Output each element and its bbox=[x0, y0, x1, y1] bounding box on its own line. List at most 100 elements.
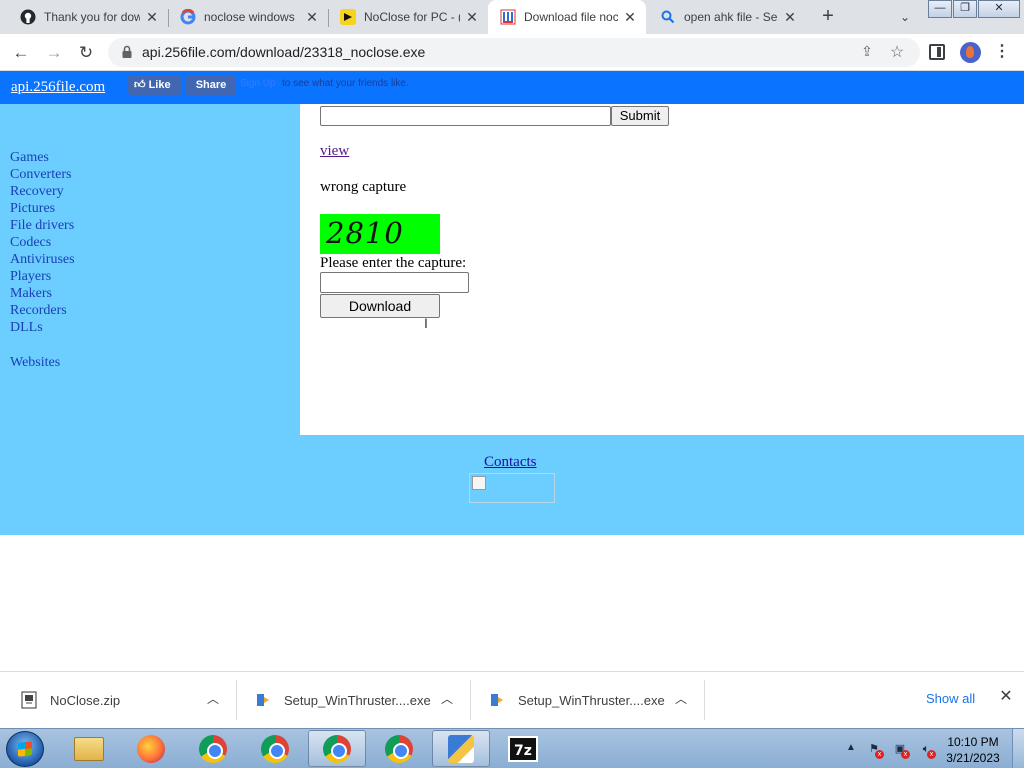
chevron-up-icon[interactable]: ︿ bbox=[673, 690, 689, 706]
taskbar-chrome-4[interactable] bbox=[370, 730, 428, 767]
network-icon[interactable]: ▣ x bbox=[892, 741, 910, 759]
category-sidebar: Games Converters Recovery Pictures File … bbox=[0, 104, 300, 435]
new-tab-icon[interactable]: + bbox=[816, 5, 840, 29]
contacts-link[interactable]: Contacts bbox=[484, 454, 537, 471]
wrong-capture-message: wrong capture bbox=[320, 179, 407, 195]
noclose-app-icon bbox=[340, 9, 356, 25]
github-icon bbox=[20, 9, 36, 25]
category-link-pictures[interactable]: Pictures bbox=[10, 201, 55, 217]
download-button[interactable]: Download bbox=[320, 294, 440, 318]
side-panel-icon[interactable] bbox=[929, 44, 945, 60]
forward-arrow-icon[interactable]: → bbox=[41, 40, 67, 66]
tab-noclose-windows[interactable]: noclose windows ✕ bbox=[168, 0, 328, 34]
show-desktop-button[interactable] bbox=[1012, 729, 1024, 768]
show-all-downloads-link[interactable]: Show all bbox=[926, 691, 975, 706]
show-hidden-icons-arrow[interactable]: ▲ bbox=[846, 742, 856, 753]
download-filename: NoClose.zip bbox=[50, 692, 121, 708]
download-item-noclose-zip[interactable]: NoClose.zip bbox=[20, 672, 120, 728]
websites-link[interactable]: Websites bbox=[10, 355, 60, 371]
tab-title: Thank you for dow bbox=[44, 10, 140, 24]
tab-noclose-for-pc[interactable]: NoClose for PC - ( ✕ bbox=[328, 0, 488, 34]
zip-file-icon bbox=[20, 691, 38, 709]
facebook-like-button[interactable]: 👍︎ Like bbox=[128, 75, 182, 95]
category-link-makers[interactable]: Makers bbox=[10, 286, 52, 302]
tab-title: NoClose for PC - ( bbox=[364, 10, 460, 24]
download-item-winthruster-2[interactable]: Setup_WinThruster....exe bbox=[488, 672, 665, 728]
installer-icon bbox=[254, 691, 272, 709]
tab-strip: Thank you for dow ✕ noclose windows ✕ No… bbox=[0, 0, 1024, 34]
taskbar-chrome-1[interactable] bbox=[184, 730, 242, 767]
taskbar-7zip[interactable]: 7z bbox=[494, 730, 552, 767]
minimize-button[interactable]: — bbox=[928, 0, 952, 18]
site-home-link[interactable]: api.256file.com bbox=[11, 79, 105, 96]
volume-muted-icon[interactable]: 🔈︎ x bbox=[918, 741, 936, 759]
facebook-signup-link[interactable]: Sign Up bbox=[240, 78, 276, 89]
chrome-icon bbox=[385, 734, 413, 763]
close-tab-icon[interactable]: ✕ bbox=[144, 9, 160, 26]
taskbar-firefox[interactable] bbox=[122, 730, 180, 767]
download-filename: Setup_WinThruster....exe bbox=[518, 692, 665, 708]
close-tab-icon[interactable]: ✕ bbox=[622, 9, 638, 26]
capture-input[interactable] bbox=[320, 272, 469, 293]
download-site-icon bbox=[500, 9, 516, 25]
close-tab-icon[interactable]: ✕ bbox=[304, 9, 320, 26]
download-item-winthruster-1[interactable]: Setup_WinThruster....exe bbox=[254, 672, 431, 728]
tab-title: Download file noc bbox=[524, 10, 618, 24]
taskbar-explorer[interactable] bbox=[60, 730, 118, 767]
url-text[interactable]: api.256file.com/download/23318_noclose.e… bbox=[142, 44, 425, 60]
facebook-share-button[interactable]: Share bbox=[186, 75, 236, 95]
close-tab-icon[interactable]: ✕ bbox=[782, 9, 798, 26]
category-link-dlls[interactable]: DLLs bbox=[10, 320, 43, 336]
search-icon bbox=[660, 9, 676, 25]
close-tab-icon[interactable]: ✕ bbox=[464, 9, 480, 26]
close-icon[interactable]: ✕ bbox=[998, 689, 1014, 705]
top-text-input[interactable] bbox=[320, 106, 611, 126]
category-link-file-drivers[interactable]: File drivers bbox=[10, 218, 74, 234]
facebook-like-label: Like bbox=[148, 79, 171, 91]
submit-button[interactable]: Submit bbox=[611, 106, 669, 126]
action-center-flag-icon[interactable]: ⚑ x bbox=[866, 741, 884, 759]
restore-button[interactable]: ❐ bbox=[953, 0, 977, 18]
chevron-down-icon[interactable]: ⌄ bbox=[894, 6, 916, 28]
category-link-games[interactable]: Games bbox=[10, 150, 49, 166]
start-button[interactable] bbox=[6, 731, 44, 767]
profile-avatar[interactable] bbox=[960, 42, 981, 63]
taskbar-chrome-3[interactable] bbox=[308, 730, 366, 767]
text-cursor-icon: I bbox=[424, 315, 428, 331]
lock-icon[interactable] bbox=[120, 45, 134, 59]
chrome-icon bbox=[199, 734, 227, 763]
category-link-antiviruses[interactable]: Antiviruses bbox=[10, 252, 75, 268]
back-arrow-icon[interactable]: ← bbox=[8, 40, 34, 66]
installer-icon bbox=[488, 691, 506, 709]
windows-taskbar: 7z ▲ ⚑ x ▣ x 🔈︎ x 10:10 PM 3/21/2023 bbox=[0, 728, 1024, 768]
address-bar[interactable]: api.256file.com/download/23318_noclose.e… bbox=[108, 38, 920, 67]
category-link-recovery[interactable]: Recovery bbox=[10, 184, 64, 200]
clock-time[interactable]: 10:10 PM bbox=[944, 735, 1002, 749]
window-close-button[interactable]: ✕ bbox=[978, 0, 1020, 18]
chevron-up-icon[interactable]: ︿ bbox=[439, 690, 455, 706]
clock-date[interactable]: 3/21/2023 bbox=[944, 751, 1002, 765]
tab-open-ahk[interactable]: open ahk file - Se ✕ bbox=[648, 0, 806, 34]
category-link-codecs[interactable]: Codecs bbox=[10, 235, 51, 251]
firefox-icon bbox=[137, 734, 165, 763]
chrome-icon bbox=[323, 734, 351, 763]
download-main-panel: Submit view wrong capture 2810 Please en… bbox=[300, 104, 1024, 435]
browser-toolbar: ← → ↻ api.256file.com/download/23318_noc… bbox=[0, 34, 1024, 71]
bookmark-star-icon[interactable]: ☆ bbox=[888, 42, 906, 62]
share-icon[interactable]: ⇪ bbox=[858, 43, 876, 61]
captcha-image: 2810 bbox=[320, 214, 440, 254]
reload-icon[interactable]: ↻ bbox=[73, 40, 99, 66]
view-link[interactable]: view bbox=[320, 143, 349, 160]
tab-title: noclose windows bbox=[204, 10, 295, 24]
web-page: api.256file.com 👍︎ Like Share Sign Up to… bbox=[0, 71, 1024, 671]
taskbar-chrome-2[interactable] bbox=[246, 730, 304, 767]
tab-download-file[interactable]: Download file noc ✕ bbox=[488, 0, 646, 34]
more-menu-icon[interactable]: ⋮ bbox=[994, 41, 1010, 63]
chevron-up-icon[interactable]: ︿ bbox=[205, 690, 221, 706]
category-link-converters[interactable]: Converters bbox=[10, 167, 71, 183]
taskbar-winthruster-setup[interactable] bbox=[432, 730, 490, 767]
enter-capture-label: Please enter the capture: bbox=[320, 255, 467, 271]
category-link-players[interactable]: Players bbox=[10, 269, 51, 285]
tab-thank-you[interactable]: Thank you for dow ✕ bbox=[8, 0, 168, 34]
category-link-recorders[interactable]: Recorders bbox=[10, 303, 67, 319]
